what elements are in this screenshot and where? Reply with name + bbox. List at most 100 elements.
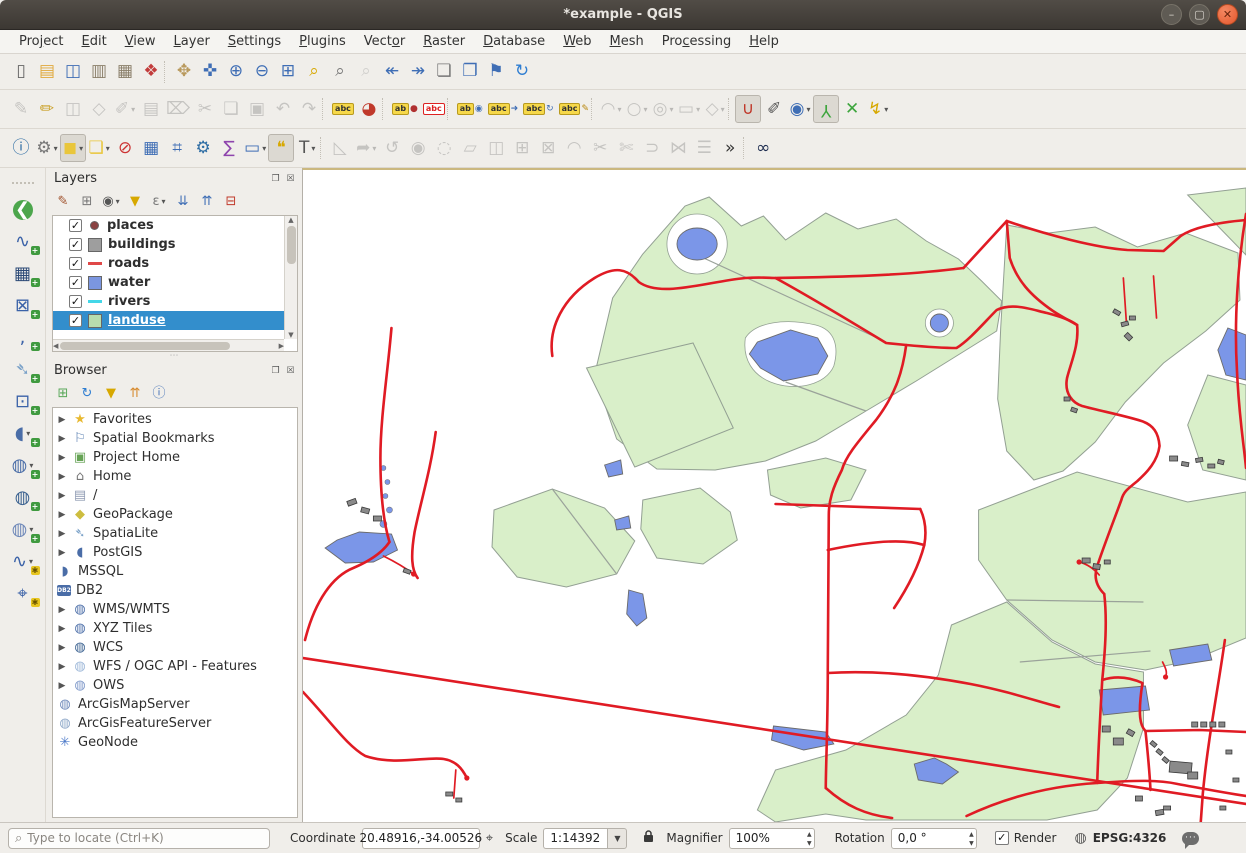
add-polygon-feature[interactable]: ◇ ▾ [86, 95, 112, 123]
collapse-all-browser[interactable]: ⇈ [124, 383, 146, 405]
menu-raster[interactable]: Raster [414, 31, 474, 52]
menu-help[interactable]: Help [740, 31, 788, 52]
cut-features[interactable]: ✂ ▾ [192, 95, 218, 123]
add-spatialite-layer[interactable]: ➴ ▾ + [6, 355, 40, 384]
new-3d-map-view[interactable]: ❐ ▾ [457, 58, 483, 86]
browser-tree-item[interactable]: ▶ ◖ PostGIS [53, 543, 297, 562]
magnifier-spin-arrows[interactable]: ▲▼ [807, 830, 812, 848]
select-features-by-value[interactable]: ❏ ▾ [86, 134, 112, 162]
pan-map[interactable]: ✥ ▾ [171, 58, 197, 86]
current-edits[interactable]: ✎ ▾ [8, 95, 34, 123]
add-part[interactable]: ▱ ▾ [457, 134, 483, 162]
cad-tools[interactable]: ◺ ▾ [327, 134, 353, 162]
zoom-native-resolution[interactable]: ⌕ ▾ [353, 58, 379, 86]
menu-plugins[interactable]: Plugins [290, 31, 355, 52]
select-features[interactable]: ◼ ▾ [60, 134, 86, 162]
scale-combo[interactable]: 1:14392 ▼ [543, 828, 627, 849]
new-virtual-layer[interactable]: ∿ ▾ ✱ [6, 547, 40, 576]
expand-arrow[interactable]: ▶ [57, 529, 67, 539]
add-vector-layer[interactable]: ∿ ▾ + [6, 227, 40, 256]
enable-snapping[interactable]: ∪ ▾ [735, 95, 761, 123]
layer-row[interactable]: ✓ roads [53, 254, 284, 273]
vertex-tool-all-layers[interactable]: ✐ ▾ [761, 95, 787, 123]
rotate-feature[interactable]: ↺ ▾ [379, 134, 405, 162]
new-gpx-layer[interactable]: ⌖ ▾ ✱ [6, 579, 40, 608]
expand-arrow[interactable]: ▶ [57, 605, 67, 615]
scale-dropdown-arrow[interactable]: ▼ [607, 828, 627, 849]
layers-vertical-scrollbar[interactable]: ▲▼ [284, 216, 297, 339]
snapping-on-intersections[interactable]: Y ▾ [813, 95, 839, 123]
style-manager[interactable]: ❖ ▾ [138, 58, 164, 86]
deselect-features[interactable]: ⊘ ▾ [112, 134, 138, 162]
statistical-summary[interactable]: ∑ ▾ [216, 134, 242, 162]
expand-arrow[interactable]: ▶ [57, 548, 67, 558]
layer-visibility-checkbox[interactable]: ✓ [69, 314, 82, 327]
menu-layer[interactable]: Layer [165, 31, 219, 52]
show-spatial-bookmarks[interactable]: ⚑ ▾ [483, 58, 509, 86]
add-virtual-layer[interactable]: ⊡ ▾ + [6, 387, 40, 416]
run-feature-action[interactable]: ⚙ ▾ [34, 134, 60, 162]
browser-tree-item[interactable]: ▶ ◍ WFS / OGC API - Features [53, 657, 297, 676]
layer-visibility-checkbox[interactable]: ✓ [69, 257, 82, 270]
zoom-out[interactable]: ⊖ ▾ [249, 58, 275, 86]
browser-tree-item[interactable]: ▶ ◍ ArcGisFeatureServer [53, 714, 297, 733]
layers-close-button[interactable]: ☒ [283, 171, 298, 186]
merge-features[interactable]: ⋈ ▾ [665, 134, 691, 162]
menu-project[interactable]: Project [10, 31, 73, 52]
expand-arrow[interactable]: ▶ [57, 510, 67, 520]
browser-tree-item[interactable]: ▶ DB2 DB2 [53, 581, 297, 600]
new-project[interactable]: ▯ ▾ [8, 58, 34, 86]
expand-arrow[interactable]: ▶ [57, 472, 67, 482]
map-tips[interactable]: ❝ ▾ [268, 134, 294, 162]
filter-legend[interactable]: ▼ ▾ [124, 191, 146, 213]
remove-layer[interactable]: ⊟ ▾ [220, 191, 242, 213]
zoom-last[interactable]: ↞ ▾ [379, 58, 405, 86]
vertex-tool[interactable]: ✐ ▾ [112, 95, 138, 123]
delete-selected[interactable]: ⌦ ▾ [164, 95, 192, 123]
browser-tree-item[interactable]: ▶ ◆ GeoPackage [53, 505, 297, 524]
rotation-spinbox[interactable]: 0,0 ° ▲▼ [891, 828, 977, 849]
paste-features[interactable]: ▣ ▾ [244, 95, 270, 123]
browser-tree-item[interactable]: ▶ ✳ GeoNode [53, 733, 297, 752]
menu-settings[interactable]: Settings [219, 31, 290, 52]
add-delimited-text-layer[interactable]: , ▾ + [6, 323, 40, 352]
add-postgis-layer[interactable]: ◖ ▾ + [6, 419, 40, 448]
modify-attributes[interactable]: ▤ ▾ [138, 95, 164, 123]
magnifier-spinbox[interactable]: 100% ▲▼ [729, 828, 815, 849]
minimize-button[interactable]: – [1161, 4, 1182, 25]
menu-processing[interactable]: Processing [653, 31, 740, 52]
browser-tree-item[interactable]: ▶ ◍ XYZ Tiles [53, 619, 297, 638]
expand-arrow[interactable]: ▶ [57, 643, 67, 653]
offset-curve[interactable]: ⊃ ▾ [639, 134, 665, 162]
save-project[interactable]: ◫ ▾ [60, 58, 86, 86]
zoom-to-layer[interactable]: ⌕ ▾ [327, 58, 353, 86]
add-selected-layers[interactable]: ⊞ [52, 383, 74, 405]
map-canvas[interactable] [302, 168, 1246, 822]
text-annotation[interactable]: T ▾ [294, 134, 320, 162]
delete-ring[interactable]: ⊞ ▾ [509, 134, 535, 162]
open-attribute-table[interactable]: ▦ ▾ [138, 134, 164, 162]
messages-icon[interactable]: ··· [1182, 832, 1199, 845]
browser-tree-item[interactable]: ▶ ◍ OWS [53, 676, 297, 695]
avoid-intersections[interactable]: ✕ ▾ [839, 95, 865, 123]
enable-properties-widget[interactable]: ⓘ [148, 383, 170, 405]
browser-float-button[interactable]: ❐ [268, 363, 283, 378]
expand-arrow[interactable]: ▶ [57, 681, 67, 691]
titlebar[interactable]: *example - QGIS –▢✕ [0, 0, 1246, 30]
redo[interactable]: ↷ ▾ [296, 95, 322, 123]
browser-tree-item[interactable]: ▶ ◗ MSSQL [53, 562, 297, 581]
toolbar-drag-handle[interactable] [12, 182, 34, 188]
rotation-spin-arrows[interactable]: ▲▼ [969, 830, 974, 848]
menu-mesh[interactable]: Mesh [601, 31, 653, 52]
layers-float-button[interactable]: ❐ [268, 171, 283, 186]
new-print-layout[interactable]: ▥ ▾ [86, 58, 112, 86]
lock-scale-icon[interactable] [643, 830, 654, 847]
menu-web[interactable]: Web [554, 31, 600, 52]
expand-arrow[interactable]: ▶ [57, 624, 67, 634]
show-layout-manager[interactable]: ▦ ▾ [112, 58, 138, 86]
change-label-properties[interactable]: abc ✎ ▾ [556, 95, 591, 123]
scale-value[interactable]: 1:14392 [543, 828, 607, 849]
digitize-rectangle[interactable]: ▭ ▾ [676, 95, 702, 123]
layer-row[interactable]: ✓ buildings [53, 235, 284, 254]
layer-visibility-checkbox[interactable]: ✓ [69, 238, 82, 251]
